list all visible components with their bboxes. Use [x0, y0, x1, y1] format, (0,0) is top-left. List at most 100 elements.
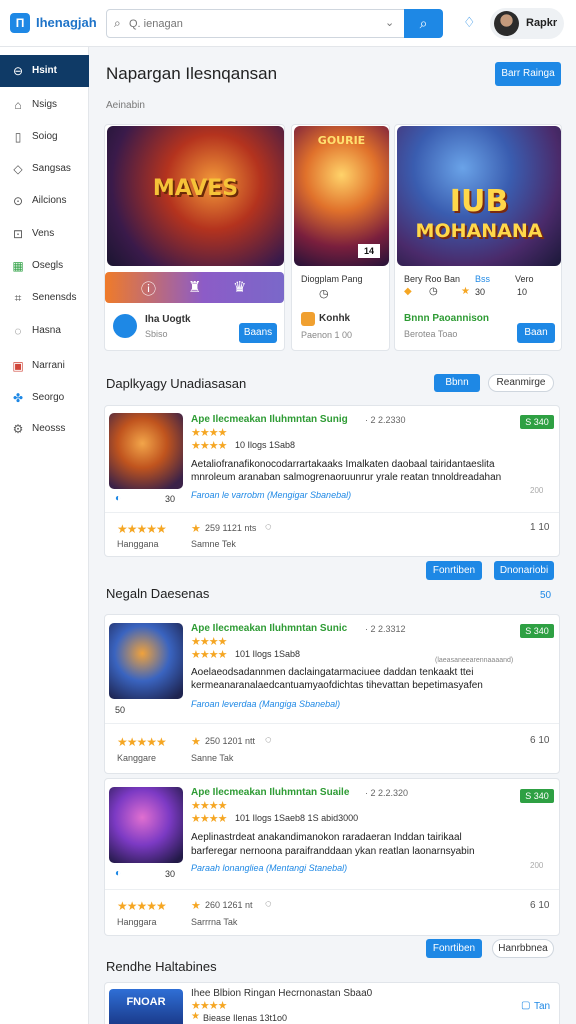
sidebar-item-10[interactable]: ▣ Narrani [0, 350, 89, 382]
sidebar-item-11[interactable]: ✤ Seorgo [0, 382, 89, 414]
rating-stars: ★★★★ [191, 800, 227, 812]
game-name: Bnnn Paoannison [404, 313, 489, 324]
search-button[interactable]: ⌕ [404, 9, 443, 38]
notification-icon[interactable]: ♢ [463, 14, 476, 31]
item-description: Aeplinastrdeat anakandimanokon raradaera… [191, 832, 462, 843]
card-meta: Diogplam Pang [301, 274, 363, 284]
feature-strip: ⓘ ♜ ♛ [105, 272, 284, 303]
item-link[interactable]: Faroan leverdaa (Mangiga Sbanebal) [191, 699, 340, 709]
sidebar-item-label: Sangsas [32, 163, 71, 174]
thumb-count: 50 [115, 705, 126, 715]
info-icon: ⓘ [141, 281, 157, 298]
coin-icon: ◆ [404, 286, 412, 297]
divider [105, 889, 559, 890]
item-link[interactable]: Paraah lonangliea (Mentangi Stanebal) [191, 863, 347, 873]
sidebar-item-label: Seorgo [32, 392, 65, 403]
item-label: Hanggana [117, 539, 159, 549]
sidebar-item-7[interactable]: ▦ Osegls [0, 250, 89, 282]
sidebar-item-label: Hasna [32, 325, 61, 336]
sidebar-item-9[interactable]: ◌ Hasna [0, 315, 89, 347]
section-primary-button[interactable]: Bbnn [434, 374, 480, 392]
comment-icon[interactable]: ◌ [265, 521, 272, 533]
bookmark-icon[interactable]: ▢ [521, 1000, 530, 1011]
action-secondary-button[interactable]: Hanrbbnea [492, 939, 554, 958]
sidebar-item-8[interactable]: ⌗ Senensds [0, 282, 89, 314]
sidebar-item-home[interactable]: ⊖ Hsint [0, 55, 89, 87]
rating-stars: ★ [191, 1011, 200, 1022]
user-name: Rapkr [526, 17, 558, 29]
sidebar-item-label: Neosss [32, 423, 66, 434]
item-link[interactable]: Faroan le varrobm (Mengigar Sbanebal) [191, 490, 351, 500]
action-primary-button[interactable]: Fonrtiben [426, 939, 482, 958]
top-action-button[interactable]: Barr Rainga [495, 62, 561, 86]
sidebar-item-6[interactable]: ⊡ Vens [0, 218, 89, 250]
sidebar-item-4[interactable]: ◇ Sangsas [0, 153, 89, 185]
star-icon: ★ [191, 523, 201, 535]
item-description: kermeanaranalaedcantuamyaofdichtas tihev… [191, 680, 483, 691]
item-title[interactable]: Ape Ilecmeakan Iluhmntan Suaile [191, 787, 349, 798]
filter-icon[interactable]: ⌄ [385, 16, 394, 29]
list-item[interactable]: 50 Ape Ilecmeakan Iluhmntan Sunic · 2 2.… [104, 614, 560, 774]
app-title[interactable]: Ihenagjah [36, 15, 97, 30]
item-count: 6 10 [530, 735, 550, 746]
featured-card-1[interactable]: MAVES ⓘ ♜ ♛ Iha Uogtk Sbiso Baans [104, 124, 285, 351]
home-icon: ⊖ [12, 64, 24, 78]
divider [105, 512, 559, 513]
item-description: Aoelaeodsadannmen daclaingatarmaciuee da… [191, 667, 474, 678]
featured-card-3[interactable]: IUB MOHANANA Bery Roo Ban Bss Vero ◆ ◷ ★… [394, 124, 562, 351]
user-menu[interactable]: Rapkr [490, 8, 564, 39]
list-item[interactable]: ◐ 30 Ape Ilecmeakan Iluhmntan Sunig · 2 … [104, 405, 560, 557]
sidebar-item-2[interactable]: ⌂ Nsigs [0, 89, 89, 121]
top-header: П Ihenagjah ⌕ ⌄ ⌕ ♢ Rapkr [0, 0, 576, 47]
list-item[interactable]: ◐ 30 Ape Ilecmeakan Iluhmntan Suaile · 2… [104, 778, 560, 936]
sidebar-item-3[interactable]: ▯ Soiog [0, 121, 89, 153]
sidebar: ⊖ Hsint ⌂ Nsigs ▯ Soiog ◇ Sangsas ⊙ Ailc… [0, 47, 89, 1024]
side-badge: (laeasaneearennaaaand) [435, 657, 514, 664]
item-label: Sanne Tak [191, 753, 234, 763]
item-meta: 10 Ilogs 1Sab8 [235, 440, 296, 450]
item-description: barferegar nernoona paraifranddaan ykan … [191, 846, 475, 857]
search-input[interactable] [129, 15, 379, 33]
status-badge: S 340 [520, 624, 554, 638]
item-title[interactable]: Ape Ilecmeakan Iluhmntan Sunic [191, 623, 347, 634]
calendar-icon: ▣ [12, 359, 24, 373]
rating-stars: ★★★★ [191, 813, 227, 825]
item-label: Kanggare [117, 753, 157, 763]
featured-card-2[interactable]: GOURIE 14 Diogplam Pang ◷ Konhk Paenon 1… [291, 124, 390, 351]
info-icon: ◐ [115, 868, 122, 879]
sidebar-item-label: Hsint [32, 65, 57, 76]
action-secondary-button[interactable]: Dnonariobi [494, 561, 554, 580]
star-icon: ★ [191, 900, 201, 912]
play-button[interactable]: Baans [239, 323, 277, 343]
rating-stars: ★★★★★ [117, 522, 167, 536]
avatar [494, 11, 519, 36]
book-icon: ▯ [14, 130, 22, 144]
game-name: Iha Uogtk [145, 314, 191, 325]
section-outline-button[interactable]: Reanmirge [488, 374, 554, 392]
chat-icon: ⊙ [12, 194, 24, 208]
sidebar-item-5[interactable]: ⊙ Ailcions [0, 185, 89, 217]
list-item[interactable]: FNOAR Ihee Blbion Ringan Hecrnonastan Sb… [104, 982, 560, 1024]
action-primary-button[interactable]: Fonrtiben [426, 561, 482, 580]
tag-icon: ⊡ [12, 227, 24, 241]
game-art-title: IUB [449, 184, 509, 219]
comment-icon[interactable]: ◌ [265, 898, 272, 910]
app-logo-icon[interactable]: П [10, 13, 30, 33]
rating-badge: 14 [358, 244, 380, 258]
item-title[interactable]: Ape Ilecmeakan Iluhmntan Sunig [191, 414, 348, 425]
game-sub: Sbiso [145, 329, 168, 339]
play-button[interactable]: Baan [517, 323, 555, 343]
rating-stars: ★★★★ [191, 636, 227, 648]
thumb-count: 30 [165, 869, 176, 879]
item-date: · 2 2.2330 [365, 415, 406, 425]
side-badge: 200 [530, 861, 544, 870]
item-link[interactable]: Tan [534, 1001, 550, 1012]
item-title[interactable]: Ihee Blbion Ringan Hecrnonastan Sbaa0 [191, 988, 372, 999]
share-icon: ⌗ [14, 291, 22, 305]
sidebar-item-12[interactable]: ⚙ Neosss [0, 413, 89, 445]
card-meta: Vero [515, 274, 534, 284]
comment-icon[interactable]: ◌ [265, 734, 272, 746]
card-value: 30 [475, 287, 486, 297]
item-description: Aetaliofranafikonocodarrartakaaks Imalka… [191, 459, 495, 470]
thumb-count: 30 [165, 494, 176, 504]
